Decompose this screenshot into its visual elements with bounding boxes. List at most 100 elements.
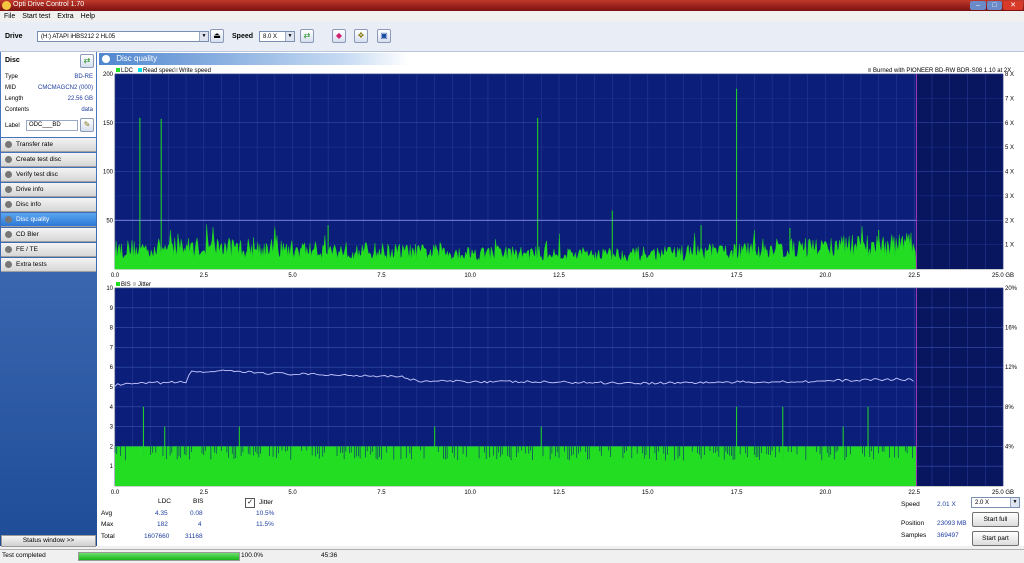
eject-button[interactable]: ⏏ (210, 29, 224, 43)
disc-key: Length (5, 96, 24, 102)
erase-button[interactable]: ◆ (332, 29, 346, 43)
y-tick-label: 7 (110, 345, 114, 351)
x-tick-label: 10.0 (464, 273, 476, 279)
disc-row-contents: Contents data (5, 107, 95, 117)
x-tick-label: 7.5 (377, 273, 386, 279)
y-tick-label: 100 (103, 170, 114, 176)
start-part-button[interactable]: Start part (972, 531, 1019, 546)
nav-item-label: Extra tests (16, 261, 47, 268)
nav-item-label: Disc quality (16, 216, 50, 223)
minimize-button[interactable]: – (970, 1, 986, 10)
refresh-disc-button[interactable]: ⇄ (80, 54, 94, 68)
x-tick-label: 20.0 (820, 490, 832, 495)
drive-select[interactable]: (H:) ATAPI iHBS212 2 HL05 ▼ (37, 31, 209, 42)
test-speed-select[interactable]: 2.0 X ▼ (971, 497, 1020, 508)
drive-label: Drive (5, 33, 23, 40)
nav-item-extra-tests[interactable]: Extra tests (1, 258, 96, 272)
copy-button[interactable]: ❖ (354, 29, 368, 43)
nav-item-cd-bler[interactable]: CD Bler (1, 228, 96, 242)
disc-row-length: Length 22.56 GB (5, 96, 95, 106)
y-right-tick-label: 12% (1005, 365, 1018, 371)
stats-max-bis: 4 (198, 521, 202, 528)
maximize-button[interactable]: □ (987, 1, 1002, 10)
nav-item-transfer-rate[interactable]: Transfer rate (1, 138, 96, 152)
disc-header: Disc (5, 57, 20, 64)
legend-label: Jitter (138, 282, 151, 288)
stats-max-ldc: 182 (157, 521, 168, 528)
position-label: Position (901, 520, 925, 527)
y-right-tick-label: 8% (1005, 405, 1014, 411)
menu-start-test[interactable]: Start test (22, 11, 50, 22)
disc-quality-icon (102, 54, 110, 63)
samples-label: Samples (901, 532, 927, 539)
y-right-tick-label: 3 X (1005, 194, 1014, 200)
y-tick-label: 10 (106, 286, 113, 292)
copy-icon: ❖ (357, 31, 365, 40)
stats-avg-jitter: 10.5% (256, 510, 275, 517)
progress-text: 100.0% (241, 552, 264, 559)
edit-label-button[interactable]: ✎ (80, 118, 94, 132)
stats-avg-ldc: 4.35 (155, 510, 168, 517)
x-tick-label: 7.5 (377, 490, 386, 495)
x-tick-label: 12.5 (553, 273, 565, 279)
start-full-button[interactable]: Start full (972, 512, 1019, 527)
create-disc-icon (5, 156, 12, 163)
stats-total-ldc: 1607660 (144, 533, 170, 540)
x-tick-label: 0.0 (111, 273, 120, 279)
toolbar: Drive (H:) ATAPI iHBS212 2 HL05 ▼ ⏏ Spee… (0, 22, 1024, 52)
progress-bar (78, 552, 240, 561)
close-button[interactable]: ✕ (1003, 1, 1023, 10)
nav-item-verify-test-disc[interactable]: Verify test disc (1, 168, 96, 182)
menu-file[interactable]: File (4, 11, 15, 22)
x-tick-label: 17.5 (731, 490, 743, 495)
x-tick-label: 17.5 (731, 273, 743, 279)
ldc-chart: 0.0 2.5 5.0 7.5 10.0 12.5 15.0 17.5 20.0 22.5 25.0… (103, 68, 1014, 279)
y-right-tick-label: 2 X (1005, 218, 1014, 224)
speed-select[interactable]: 8.0 X ▼ (259, 31, 295, 42)
jitter-checkbox[interactable]: ✓ (245, 498, 255, 508)
transfer-rate-icon (5, 141, 12, 148)
status-bar: Test completed 100.0% 45:36 (0, 549, 1024, 563)
save-button[interactable]: ▣ (377, 29, 391, 43)
x-tick-label: 20.0 (820, 273, 832, 279)
menu-extra[interactable]: Extra (57, 11, 73, 22)
speed-readout-label: Speed (901, 501, 920, 508)
stats-header-jitter: Jitter (259, 499, 274, 506)
nav-item-create-test-disc[interactable]: Create test disc (1, 153, 96, 167)
y-right-tick-label: 5 X (1005, 145, 1014, 151)
nav-item-label: FE / TE (16, 246, 38, 253)
x-tick-label: 15.0 (642, 273, 654, 279)
panel-title-bar: Disc quality (99, 53, 409, 65)
disc-info-icon (5, 201, 12, 208)
refresh-speed-button[interactable]: ⇄ (300, 29, 314, 43)
status-window-button[interactable]: Status window >> (1, 535, 96, 547)
y-right-tick-label: 16% (1005, 326, 1018, 332)
y-tick-label: 5 (110, 385, 114, 391)
info-swatch (868, 68, 871, 72)
save-icon: ▣ (380, 31, 388, 40)
x-tick-label: 15.0 (642, 490, 654, 495)
nav-item-label: Transfer rate (16, 141, 53, 148)
speed-select-value: 8.0 X (263, 34, 278, 40)
disc-key: MID (5, 85, 16, 91)
nav-item-label: Disc info (16, 201, 41, 208)
x-tick-label: 0.0 (111, 490, 120, 495)
menu-help[interactable]: Help (81, 11, 95, 22)
nav-item-disc-info[interactable]: Disc info (1, 198, 96, 212)
legend-swatch (138, 68, 142, 72)
samples-value: 369497 (937, 532, 959, 539)
speed-readout-value: 2.01 X (937, 501, 956, 508)
nav-item-label: Create test disc (16, 156, 62, 163)
y-tick-label: 200 (103, 72, 114, 78)
nav-item-fe-te[interactable]: FE / TE (1, 243, 96, 257)
refresh-icon: ⇄ (303, 31, 311, 40)
nav-item-drive-info[interactable]: Drive info (1, 183, 96, 197)
y-tick-label: 8 (110, 326, 114, 332)
eraser-icon: ◆ (335, 31, 343, 40)
disc-key: Contents (5, 107, 30, 113)
disc-label-input[interactable]: ODC___BD (26, 120, 78, 131)
bis-jitter-chart: 0.0 2.5 5.0 7.5 10.0 12.5 15.0 17.5 20.0 22.5 25.0… (106, 282, 1018, 495)
y-right-tick-label: 4% (1005, 444, 1014, 450)
disc-label-key: Label (5, 123, 20, 129)
nav-item-disc-quality[interactable]: Disc quality (1, 213, 96, 227)
